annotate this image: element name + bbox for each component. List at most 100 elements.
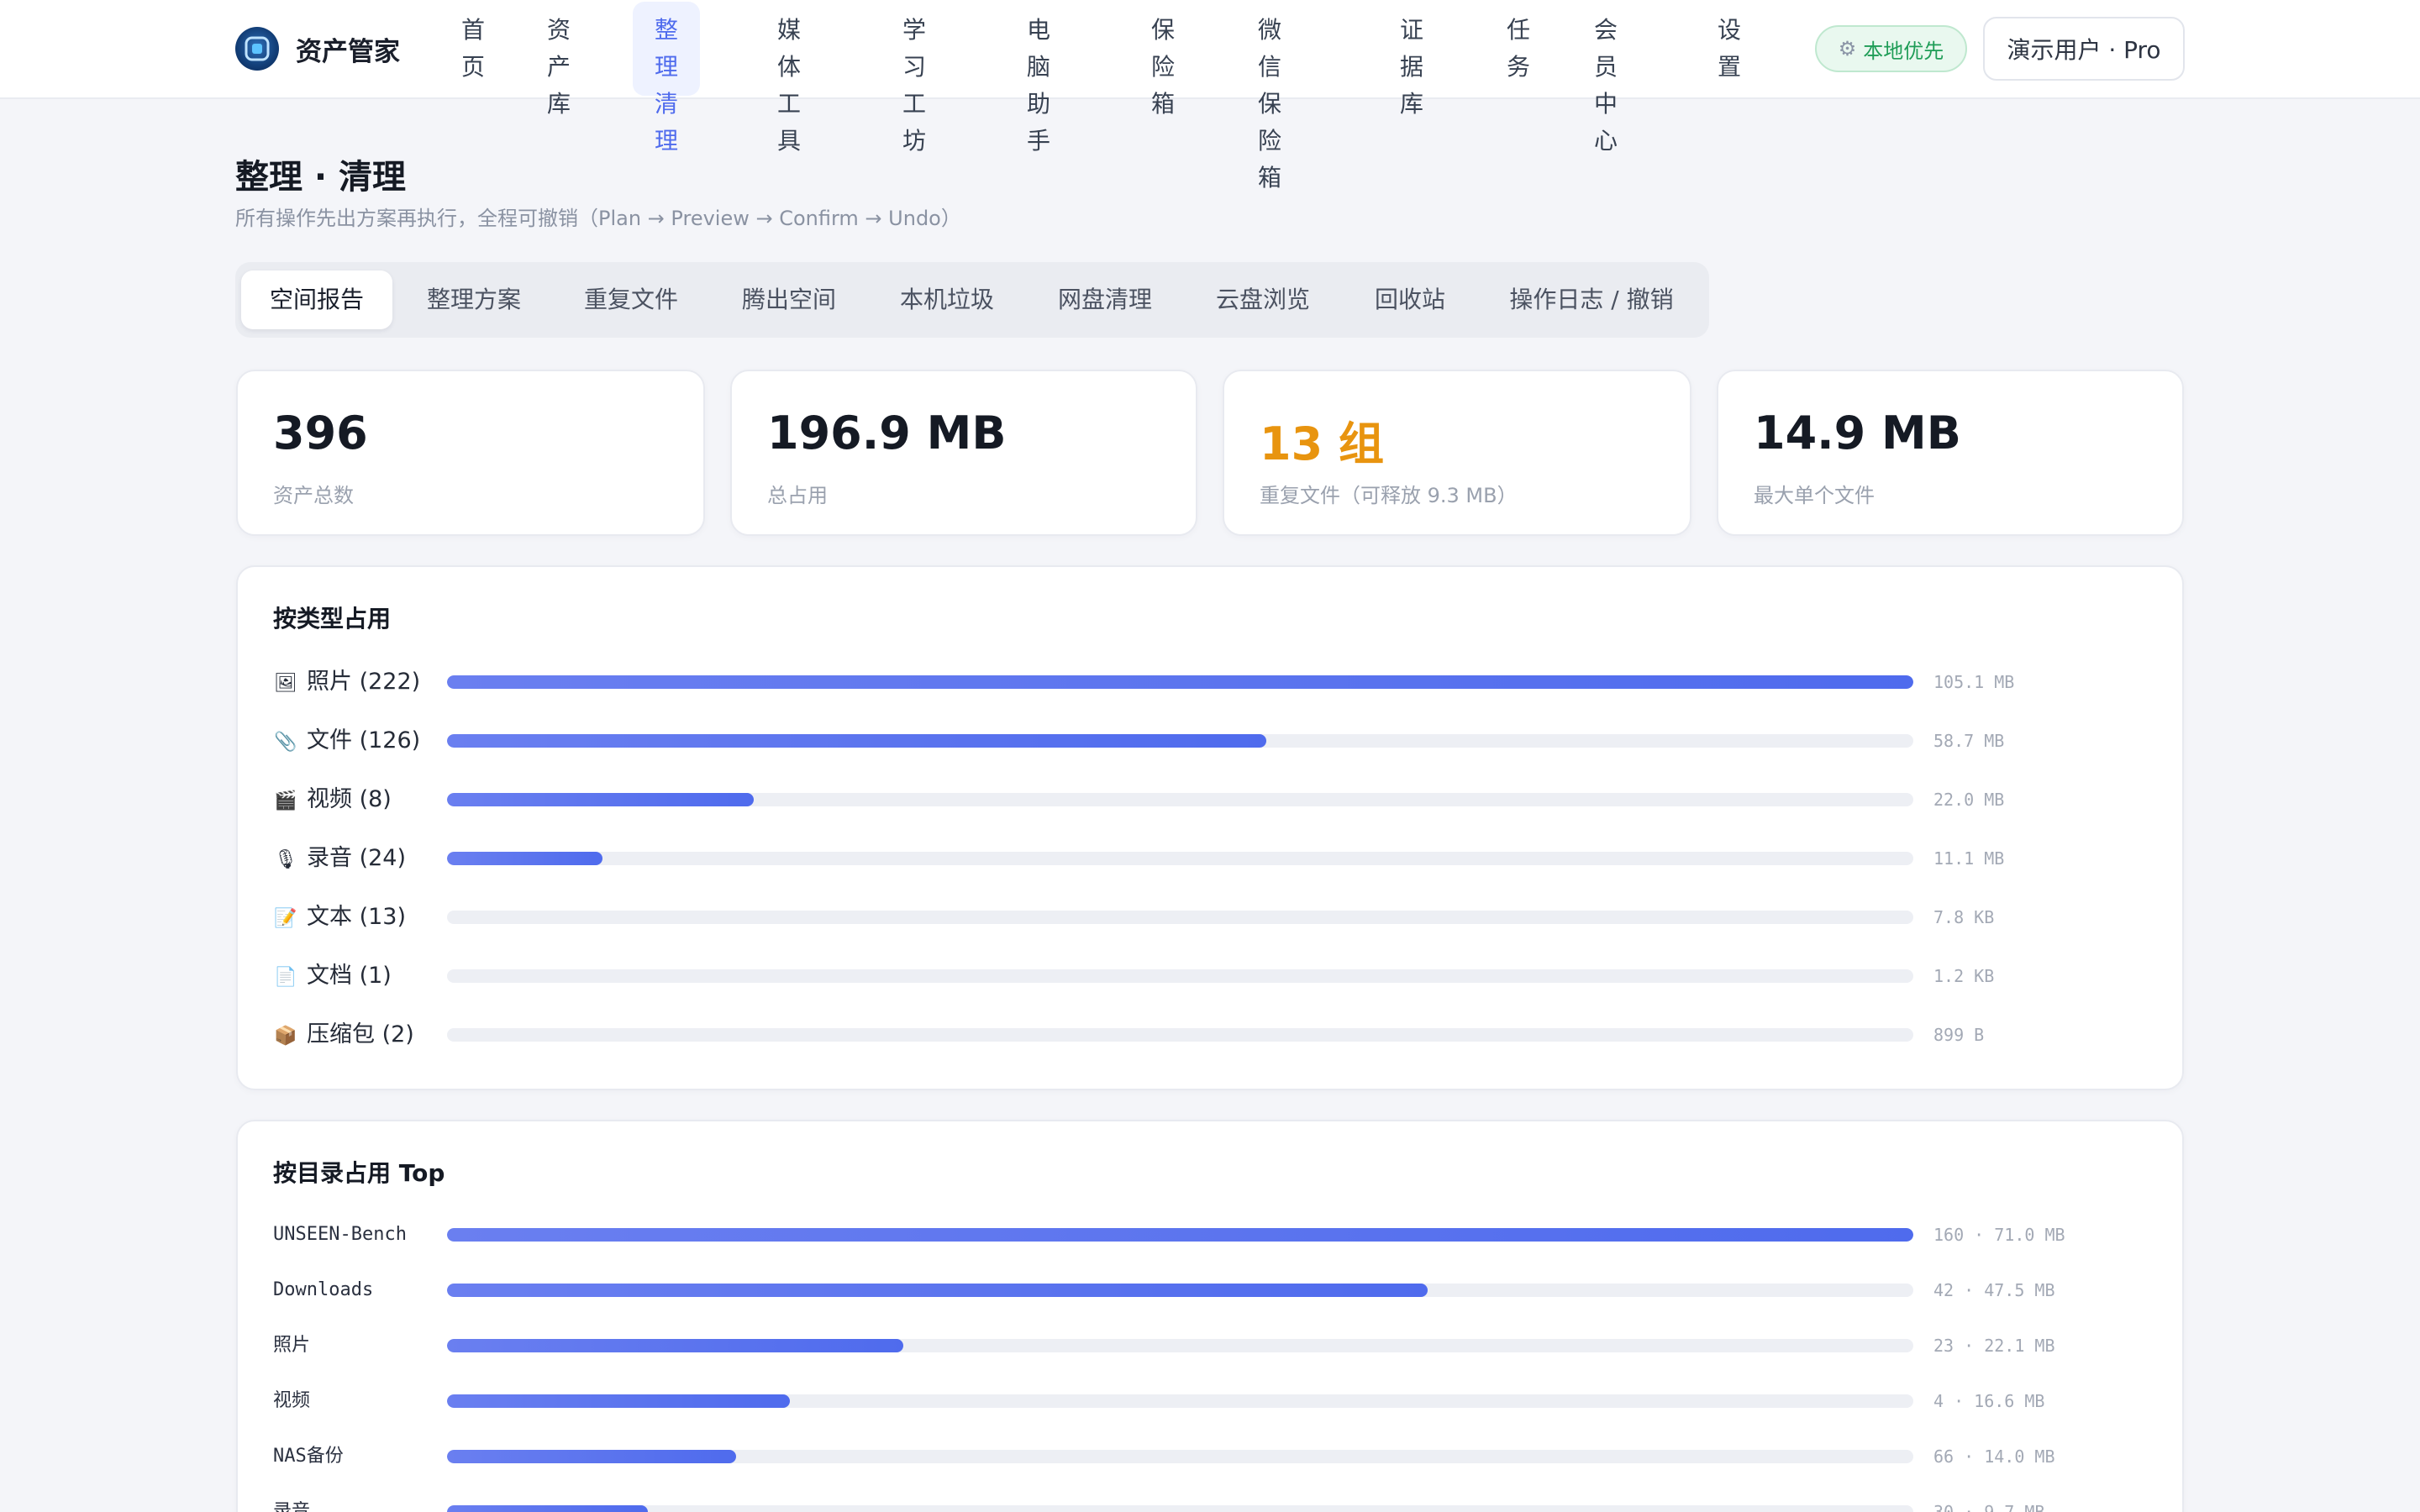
usage-bar-fill [447,852,602,865]
tab-cloud-drive-clean[interactable]: 网盘清理 [1029,270,1181,329]
type-usage-row[interactable]: 📦 压缩包 (2) 899 B [238,1018,2182,1052]
row-value: 105.1 MB [1933,672,2015,692]
app-logo-icon [235,27,279,71]
brand[interactable]: 资产管家 [235,25,400,72]
usage-bar-track [447,911,1913,924]
nav-item-organize-clean[interactable]: 整理清理 [633,2,701,155]
row-value: 23 · 22.1 MB [1933,1336,2055,1356]
usage-bar-track [447,852,1913,865]
nav-item-pc-assistant[interactable]: 电脑助手 [1005,0,1072,155]
row-label: 照片 [273,1329,310,1362]
tab-local-junk[interactable]: 本机垃圾 [871,270,1023,329]
top-navigation-bar: 资产管家 首页 资产库 整理清理 媒体工具 学习工坊 电脑助手 保险箱 微信保险… [0,0,2420,192]
stat-label: 资产总数 [273,484,354,507]
nav-item-wechat-vault[interactable]: 微信保 险箱 [1236,0,1303,192]
tab-space-report[interactable]: 空间报告 [241,270,392,329]
nav-item-member-center[interactable]: 会员中心 [1572,0,1639,155]
row-label: 📦 压缩包 (2) [273,1018,414,1052]
type-usage-row[interactable]: 📎 文件 (126) 58.7 MB [238,724,2182,758]
tab-duplicate-files[interactable]: 重复文件 [555,270,707,329]
nav-item-asset-library[interactable]: 资产库 [525,0,592,118]
stat-card-duplicates[interactable]: 13 组 重复文件（可释放 9.3 MB） [1223,370,1691,536]
directory-usage-row[interactable]: 视频 4 · 16.6 MB [238,1384,2182,1418]
stat-label: 最大单个文件 [1754,484,1875,507]
tab-cloud-browse[interactable]: 云盘浏览 [1187,270,1339,329]
usage-bar-fill [447,1284,1428,1297]
row-label: 录音 [273,1495,310,1512]
row-label: 📝 文本 (13) [273,900,406,934]
local-first-badge: ⚙ 本地优先 [1815,25,1967,72]
row-value: 4 · 16.6 MB [1933,1391,2045,1411]
row-label-text: 视频 [273,1390,311,1411]
usage-bar-fill [447,1450,736,1463]
row-label-text: 照片 [273,1335,311,1356]
directory-usage-row[interactable]: Downloads 42 · 47.5 MB [238,1273,2182,1307]
row-value: 11.1 MB [1933,848,2005,869]
row-label: 📄 文档 (1) [273,959,392,993]
nav-item-home[interactable]: 首页 [439,0,507,97]
row-value: 30 · 9.7 MB [1933,1502,2045,1512]
stat-label: 总占用 [767,484,828,507]
type-usage-row[interactable]: 🎙 录音 (24) 11.1 MB [238,842,2182,875]
directory-usage-row[interactable]: 照片 23 · 22.1 MB [238,1329,2182,1362]
type-usage-row[interactable]: 📄 文档 (1) 1.2 KB [238,959,2182,993]
user-menu-button[interactable]: 演示用户 · Pro [1983,17,2185,81]
usage-bar-fill [447,1228,1913,1242]
usage-by-directory-panel: 按目录占用 Top UNSEEN-Bench 160 · 71.0 MB Downl… [236,1120,2184,1512]
page-subtitle: 所有操作先出方案再执行，全程可撤销（Plan → Preview → Confi… [235,207,961,230]
tab-organize-plan[interactable]: 整理方案 [398,270,550,329]
nav-item-media-tools[interactable]: 媒体工具 [755,0,823,155]
usage-bar-track [447,969,1913,983]
usage-bar-track [447,793,1913,806]
usage-bar-fill [447,675,1913,689]
directory-usage-row[interactable]: 录音 30 · 9.7 MB [238,1495,2182,1512]
row-value: 899 B [1933,1025,1985,1045]
usage-bar-track [447,1028,1913,1042]
microphone-icon: 🎙 [274,849,297,870]
nav-item-tasks[interactable]: 任务 [1485,0,1552,97]
row-label: 🖼 照片 (222) [273,665,420,699]
nav-item-evidence-library[interactable]: 证据库 [1378,0,1445,118]
tab-recycle-bin[interactable]: 回收站 [1343,270,1477,329]
row-value: 7.8 KB [1933,907,1995,927]
usage-bar-fill [447,1505,649,1512]
directory-usage-row[interactable]: NAS备份 66 · 14.0 MB [238,1440,2182,1473]
row-label-text: 录音 (24) [307,845,407,871]
row-value: 58.7 MB [1933,731,2005,751]
usage-bar-fill [447,734,1267,748]
usage-bar-track [447,1394,1913,1408]
directory-usage-row[interactable]: UNSEEN-Bench 160 · 71.0 MB [238,1218,2182,1252]
stat-card-largest-file: 14.9 MB 最大单个文件 [1717,370,2184,536]
row-value: 22.0 MB [1933,790,2005,810]
tab-operation-log-undo[interactable]: 操作日志 / 撤销 [1486,270,1697,329]
row-label-text: 压缩包 (2) [307,1021,414,1047]
stat-value: 13 组 [1260,417,1384,470]
memo-icon: 📝 [274,908,297,929]
type-usage-row[interactable]: 🖼 照片 (222) 105.1 MB [238,665,2182,699]
row-value: 66 · 14.0 MB [1933,1446,2055,1467]
type-usage-row[interactable]: 🎬 视频 (8) 22.0 MB [238,783,2182,816]
photo-icon: 🖼 [274,673,297,694]
usage-bar-track [447,675,1913,689]
package-icon: 📦 [274,1026,297,1047]
stat-value: 396 [273,407,368,459]
nav-item-learning-workshop[interactable]: 学习工坊 [881,0,948,155]
usage-bar-track [447,1339,1913,1352]
tab-free-up-space[interactable]: 腾出空间 [713,270,865,329]
row-label-text: 视频 (8) [307,786,392,812]
nav-item-settings[interactable]: 设置 [1696,0,1763,97]
page-title: 整理 · 清理 [235,158,407,197]
row-label-text: 文档 (1) [307,963,392,989]
row-label-text: 文件 (126) [307,727,421,753]
stat-card-total-usage: 196.9 MB 总占用 [730,370,1197,536]
sub-tab-bar: 空间报告 整理方案 重复文件 腾出空间 本机垃圾 网盘清理 云盘浏览 回收站 操… [235,262,1709,338]
nav-item-vault[interactable]: 保险箱 [1129,0,1197,118]
row-value: 42 · 47.5 MB [1933,1280,2055,1300]
usage-bar-track [447,734,1913,748]
brand-name: 资产管家 [296,36,400,67]
type-usage-row[interactable]: 📝 文本 (13) 7.8 KB [238,900,2182,934]
row-label-text: 文本 (13) [307,904,407,930]
usage-bar-fill [447,1339,903,1352]
local-first-label: 本地优先 [1863,39,1944,63]
gear-icon: ⚙ [1838,37,1857,60]
